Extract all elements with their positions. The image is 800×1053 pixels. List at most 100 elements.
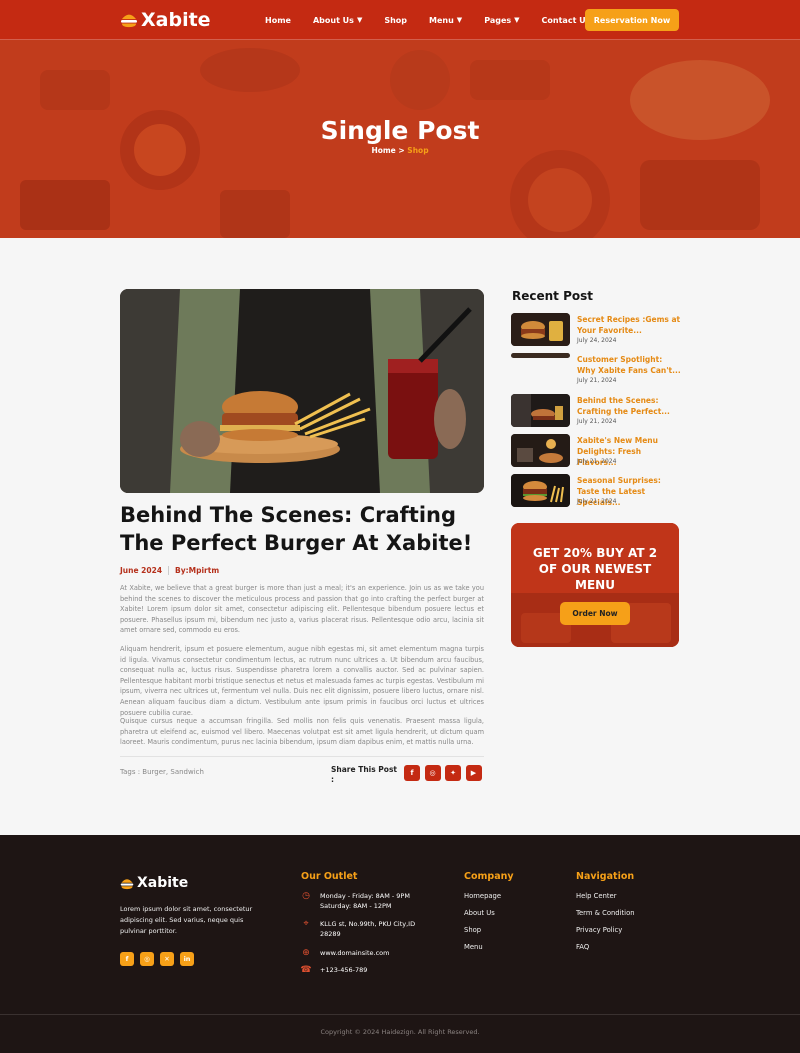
footer-logo[interactable]: Xabite <box>120 875 188 891</box>
hours-text: Monday - Friday: 8AM - 9PM Saturday: 8AM… <box>320 891 410 911</box>
facebook-icon[interactable]: f <box>404 765 420 781</box>
recent-post-thumbnail <box>511 474 570 507</box>
instagram-icon[interactable]: ◎ <box>424 765 441 781</box>
nav-contact-us[interactable]: Contact Us <box>542 16 591 25</box>
facebook-icon[interactable]: f <box>120 952 134 966</box>
nav-pages-label: Pages <box>484 15 512 25</box>
footer-about: Lorem ipsum dolor sit amet, consectetur … <box>120 905 253 935</box>
nav-menu[interactable]: Menu ▼ <box>429 16 462 25</box>
instagram-icon[interactable]: ◎ <box>140 952 154 966</box>
address-text: KLLG st, No.99th, PKU City,ID 28289 <box>320 920 416 938</box>
footer-link-menu[interactable]: Menu <box>464 943 483 951</box>
brand-logo[interactable]: Xabite <box>120 9 211 31</box>
recent-post-date: July 21, 2024 <box>577 458 617 465</box>
promo-line: OF OUR NEWEST <box>538 562 652 576</box>
recent-post-thumbnail <box>511 434 570 467</box>
promo-headline: GET 20% BUY AT 2 OF OUR NEWEST MENU <box>511 545 679 593</box>
recent-post-title: Recent Post <box>512 289 594 303</box>
recent-post-item[interactable]: Secret Recipes :Gems at Your Favorite...… <box>511 313 681 347</box>
post-paragraph: Quisque cursus neque a accumsan fringill… <box>120 717 484 747</box>
footer-brand-name: Xabite <box>137 875 189 891</box>
recent-post-thumbnail <box>511 353 570 358</box>
recent-post-title-text[interactable]: Secret Recipes :Gems at Your Favorite... <box>577 314 681 336</box>
recent-post-date: July 21, 2024 <box>577 377 617 384</box>
navigation-heading: Navigation <box>576 871 635 882</box>
promo-banner: GET 20% BUY AT 2 OF OUR NEWEST MENU Orde… <box>511 523 679 647</box>
footer-link-shop[interactable]: Shop <box>464 926 481 934</box>
nav-menu-label: Menu <box>429 15 454 25</box>
burger-logo-icon <box>120 878 134 889</box>
footer-divider <box>0 1014 800 1015</box>
chevron-down-icon: ▼ <box>514 16 520 24</box>
recent-post-item[interactable]: Customer Spotlight: Why Xabite Fans Can'… <box>511 353 681 387</box>
nav-about-label: About Us <box>312 15 354 25</box>
twitter-icon[interactable]: ✦ <box>445 765 461 781</box>
recent-post-item[interactable]: Xabite's New Menu Delights: Fresh Flavor… <box>511 434 681 468</box>
promo-line: GET 20% BUY AT 2 <box>532 546 658 560</box>
post-paragraph: Aliquam hendrerit, ipsum et posuere elem… <box>120 645 484 717</box>
phone-text[interactable]: +123-456-789 <box>320 965 367 975</box>
outlet-web: ⊕ www.domainsite.com <box>301 948 389 958</box>
nav-contact-label: Contact Us <box>541 15 591 25</box>
youtube-icon[interactable]: ▶ <box>465 765 482 781</box>
outlet-heading: Our Outlet <box>301 871 358 882</box>
footer-link-faq[interactable]: FAQ <box>576 943 589 951</box>
phone-icon: ☎ <box>300 965 312 975</box>
post-author[interactable]: By:Mpirtm <box>175 566 219 575</box>
brand-name: Xabite <box>141 9 211 31</box>
top-navbar: Xabite Home About Us ▼ Shop Menu ▼ Pages ▼ … <box>0 0 800 40</box>
linkedin-icon[interactable]: in <box>180 952 194 966</box>
copyright: Copyright © 2024 Haidezign. All Right Re… <box>320 1028 480 1036</box>
outlet-address: ⌖ KLLG st, No.99th, PKU City,ID 28289 <box>301 919 431 939</box>
post-paragraph: At Xabite, we believe that a great burge… <box>120 584 484 635</box>
footer-link-terms[interactable]: Term & Condition <box>576 909 635 917</box>
x-icon[interactable]: ✕ <box>160 952 174 966</box>
recent-post-title-text[interactable]: Customer Spotlight: Why Xabite Fans Can'… <box>577 354 681 376</box>
outlet-phone: ☎ +123-456-789 <box>300 965 367 975</box>
footer-link-about[interactable]: About Us <box>464 909 495 917</box>
post-divider <box>120 756 484 757</box>
nav-about-us[interactable]: About Us ▼ <box>313 16 362 25</box>
footer-link-homepage[interactable]: Homepage <box>464 892 501 900</box>
order-now-button[interactable]: Order Now <box>560 602 630 625</box>
hours-weekday: Monday - Friday: 8AM - 9PM <box>320 892 410 900</box>
recent-post-title-text[interactable]: Behind the Scenes: Crafting the Perfect.… <box>577 395 681 417</box>
main-nav: Home About Us ▼ Shop Menu ▼ Pages ▼ Contact… <box>265 0 612 40</box>
recent-post-thumbnail <box>511 394 570 427</box>
burger-photo <box>120 289 484 493</box>
post-date: June 2024 <box>120 566 163 575</box>
post-title: Behind The Scenes: Crafting The Perfect … <box>120 503 473 555</box>
post-featured-image <box>120 289 484 493</box>
breadcrumb-home[interactable]: Home <box>371 146 395 155</box>
clock-icon: ◷ <box>302 891 310 901</box>
meta-divider <box>168 566 170 575</box>
site-footer: Xabite Lorem ipsum dolor sit amet, conse… <box>0 835 800 1053</box>
footer-link-help[interactable]: Help Center <box>576 892 617 900</box>
page-hero: Single Post Home > Shop <box>0 40 800 238</box>
nav-shop[interactable]: Shop <box>384 16 407 25</box>
recent-post-item[interactable]: Seasonal Surprises: Taste the Latest Spe… <box>511 474 681 508</box>
reservation-button[interactable]: Reservation Now <box>585 9 679 31</box>
recent-post-date: July 21, 2024 <box>577 498 617 505</box>
share-buttons: f ◎ ✦ ▶ <box>404 765 486 781</box>
chevron-down-icon: ▼ <box>456 16 463 24</box>
breadcrumb-current: Shop <box>407 146 429 155</box>
location-pin-icon: ⌖ <box>303 919 309 929</box>
nav-shop-label: Shop <box>384 15 408 25</box>
share-label: Share This Post : <box>331 765 397 784</box>
recent-post-date: July 24, 2024 <box>577 337 617 344</box>
nav-pages[interactable]: Pages ▼ <box>484 16 519 25</box>
burger-logo-icon <box>121 14 137 28</box>
nav-home[interactable]: Home <box>265 16 291 25</box>
recent-post-item[interactable]: Behind the Scenes: Crafting the Perfect.… <box>511 394 681 428</box>
globe-icon: ⊕ <box>302 948 310 958</box>
page-title: Single Post <box>320 116 480 145</box>
promo-line: MENU <box>575 578 615 592</box>
hours-saturday: Saturday: 8AM - 12PM <box>320 902 392 910</box>
post-tags: Tags : Burger, Sandwich <box>120 768 204 776</box>
footer-link-privacy[interactable]: Privacy Policy <box>576 926 622 934</box>
web-text[interactable]: www.domainsite.com <box>320 948 389 958</box>
recent-post-date: July 21, 2024 <box>577 418 617 425</box>
footer-social: f ◎ ✕ in <box>120 952 200 966</box>
outlet-hours: ◷ Monday - Friday: 8AM - 9PM Saturday: 8… <box>301 891 410 911</box>
